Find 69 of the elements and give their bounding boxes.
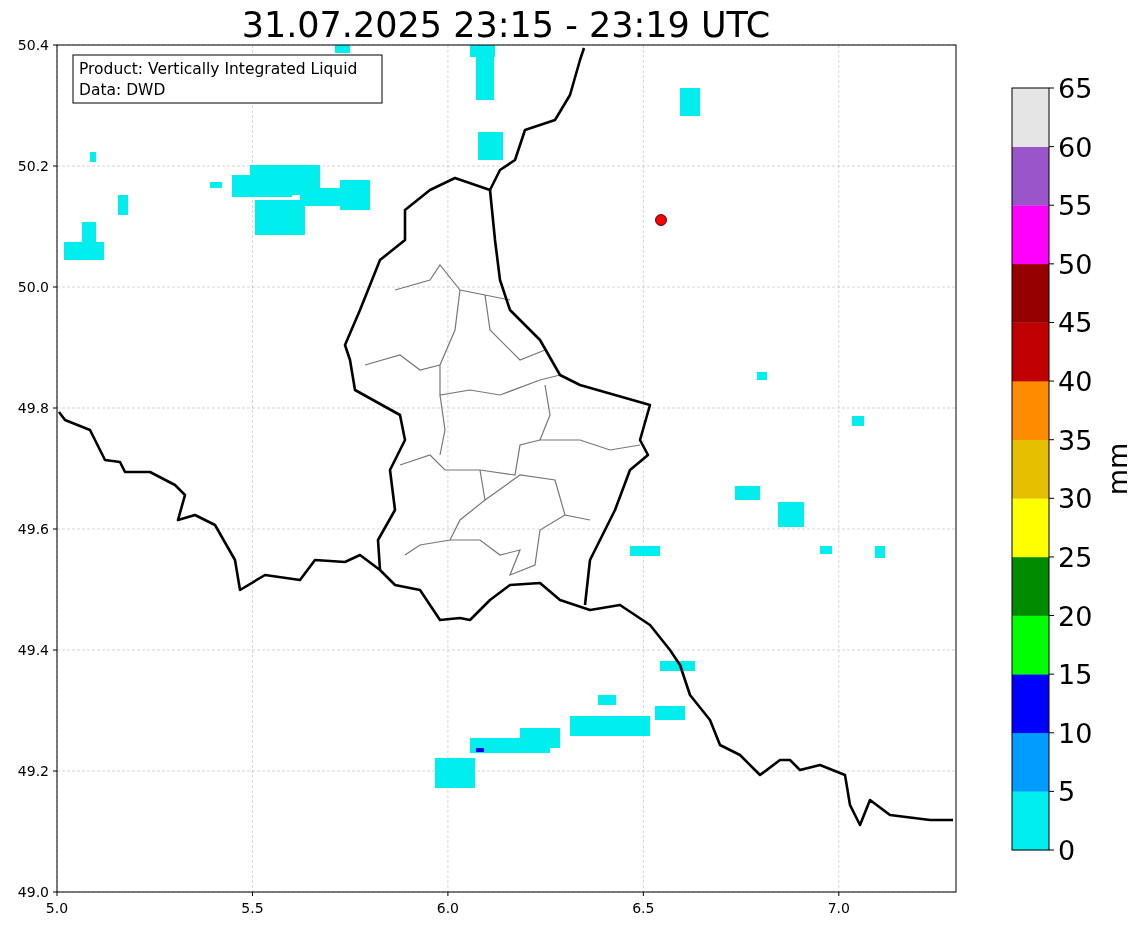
rain-echo-drawing (118, 195, 128, 215)
tick-mark (1048, 439, 1055, 441)
colorbar-label: mm (1102, 442, 1133, 496)
axis-tick-label: 50.0 (17, 279, 49, 295)
colorbar-tick-label: 0 (1058, 835, 1076, 866)
colorbar-tick-label: 60 (1058, 131, 1093, 163)
chart-title: 31.07.2025 23:15 - 23:19 UTC (241, 5, 771, 45)
tick-mark (52, 165, 58, 167)
colorbar-tick-label: 5 (1058, 776, 1076, 808)
tick-mark (1048, 87, 1055, 89)
tick-mark (1048, 263, 1055, 265)
tick-mark (1048, 790, 1055, 792)
axis-tick-label: 5.0 (45, 900, 69, 916)
colorbar-tick-label: 40 (1058, 366, 1093, 398)
axis-tick-label: 7.0 (827, 900, 850, 916)
tick-mark (1048, 673, 1055, 675)
tick-mark (52, 770, 58, 772)
legend-text: Data: DWD (79, 81, 166, 99)
axis-tick-label: 49.2 (17, 763, 49, 779)
colorbar-tick-label: 55 (1058, 190, 1093, 222)
axis-tick-label: 49.6 (17, 521, 49, 537)
tick-mark (1048, 849, 1055, 851)
colorbar-tick-label: 45 (1058, 307, 1093, 339)
tick-mark (447, 891, 449, 897)
rain-echo-drawing (852, 416, 864, 426)
colorbar-tick-label: 15 (1058, 659, 1093, 691)
tick-mark (52, 44, 58, 46)
tick-mark (1048, 146, 1055, 148)
tick-mark (1048, 732, 1055, 734)
legend-text: Product: Vertically Integrated Liquid (79, 60, 358, 78)
colorbar-tick-label: 10 (1058, 717, 1093, 749)
axis-tick-label: 49.4 (17, 642, 49, 658)
colorbar-tick-label: 50 (1058, 248, 1093, 280)
tick-mark (838, 891, 840, 897)
tick-mark (642, 891, 644, 897)
rain-echo-drawing (478, 132, 503, 160)
axis-tick-label: 49.0 (17, 884, 49, 900)
tick-mark (52, 649, 58, 651)
tick-mark (1048, 556, 1055, 558)
rain-echo-drawing (680, 88, 700, 116)
axis-tick-label: 6.5 (632, 900, 655, 916)
axis-tick-label: 49.8 (17, 400, 49, 416)
tick-mark (251, 891, 253, 897)
rain-echo-drawing (875, 546, 885, 558)
colorbar-tick-label: 20 (1058, 600, 1093, 632)
tick-mark (1048, 497, 1055, 499)
tick-mark (1048, 321, 1055, 323)
rain-echo-drawing (757, 372, 767, 380)
rain-echo-drawing (820, 546, 832, 554)
colorbar-tick-label: 65 (1058, 73, 1093, 104)
tick-mark (52, 407, 58, 409)
colorbar-tick-label: 35 (1058, 424, 1093, 456)
axis-tick-label: 5.5 (241, 900, 264, 916)
axis-tick-label: 6.0 (436, 900, 460, 916)
rain-echo-drawing (335, 45, 350, 53)
rain-echo-drawing (630, 546, 660, 556)
tick-mark (52, 286, 58, 288)
tick-mark (1048, 204, 1055, 206)
tick-mark (1048, 615, 1055, 617)
axis-tick-label: 50.4 (17, 37, 49, 53)
location-marker (655, 214, 667, 226)
rain-echo-drawing (735, 486, 804, 527)
tick-mark (1048, 380, 1055, 382)
tick-mark (52, 528, 58, 530)
rain-echo-drawing (660, 661, 695, 671)
colorbar-tick-label: 25 (1058, 541, 1093, 573)
rain-echo-drawing (470, 45, 495, 100)
axis-tick-label: 50.2 (17, 158, 49, 174)
colorbar-tick-label: 30 (1058, 483, 1093, 515)
